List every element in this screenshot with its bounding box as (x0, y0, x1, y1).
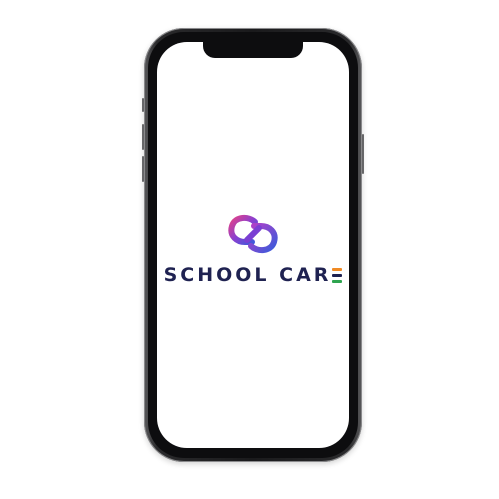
brand-e-glyph (332, 267, 343, 283)
school-care-logo-icon (228, 214, 278, 254)
e-bar-middle (332, 273, 343, 277)
brand-logo: SCHOOL CAR (157, 214, 349, 286)
brand-name-text: SCHOOL CAR (163, 264, 332, 286)
canvas: SCHOOL CAR (0, 0, 499, 499)
notch (203, 42, 303, 58)
splash-screen: SCHOOL CAR (157, 42, 349, 448)
phone-frame: SCHOOL CAR (144, 28, 362, 462)
e-bar-top (332, 267, 343, 271)
brand-name: SCHOOL CAR (164, 264, 343, 286)
phone-bezel: SCHOOL CAR (148, 32, 358, 458)
e-bar-bottom (332, 279, 343, 283)
power-button (362, 134, 364, 174)
